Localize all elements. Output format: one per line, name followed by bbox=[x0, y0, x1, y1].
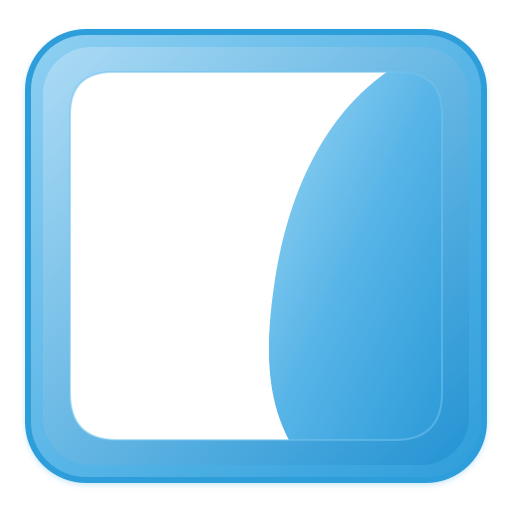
app-icon bbox=[25, 29, 487, 483]
icon-canvas bbox=[0, 0, 512, 512]
